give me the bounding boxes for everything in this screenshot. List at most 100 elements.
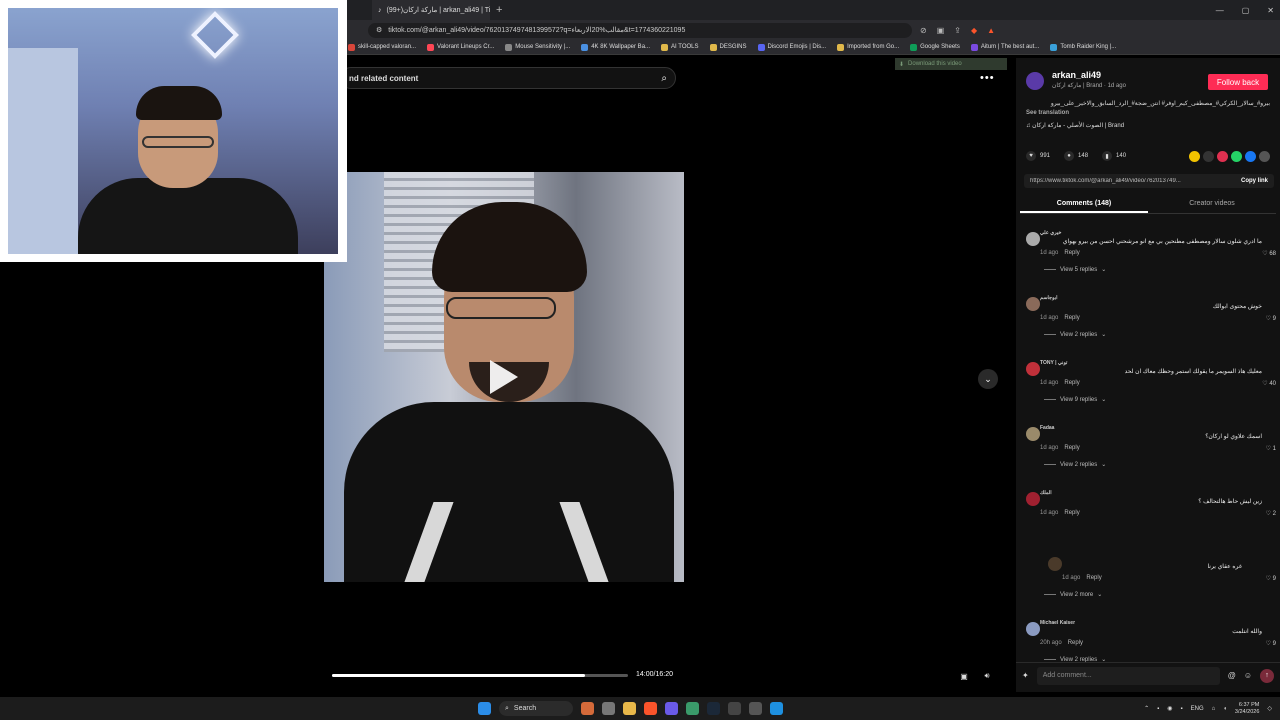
address-bar[interactable]: ⚙ tiktok.com/@arkan_ali49/video/76201374…: [368, 22, 912, 38]
volume-icon[interactable]: 🔊︎: [980, 669, 994, 683]
mute-icon[interactable]: ⊘: [920, 26, 927, 35]
repost-icon[interactable]: [1189, 150, 1200, 162]
comment-like[interactable]: ♡ 2: [1266, 510, 1276, 517]
search-icon[interactable]: ⌕: [661, 73, 667, 84]
reply-button[interactable]: Reply: [1068, 640, 1083, 646]
comment-avatar[interactable]: [1026, 232, 1040, 246]
like-stat[interactable]: ♥ 991: [1026, 151, 1050, 161]
share-icon[interactable]: ⇪: [954, 26, 961, 35]
notification-icon[interactable]: ◇: [1267, 705, 1272, 712]
app-icon[interactable]: [770, 702, 783, 715]
facebook-icon[interactable]: [1245, 150, 1256, 162]
comment-avatar[interactable]: [1048, 557, 1062, 571]
brave-icon[interactable]: [644, 702, 657, 715]
obs-icon[interactable]: [749, 702, 762, 715]
comment-username[interactable]: خيري علي: [1040, 230, 1061, 236]
bookmark-item[interactable]: Discord Emojis | Dis...: [757, 43, 826, 51]
comment-avatar[interactable]: [1026, 427, 1040, 441]
comment-avatar[interactable]: [1026, 362, 1040, 376]
bookmark-item[interactable]: skill-capped valoran...: [348, 43, 416, 51]
download-badge[interactable]: ⬇ Download this video: [895, 58, 1007, 70]
emoji-icon[interactable]: ☺: [1244, 671, 1252, 680]
mic-icon[interactable]: ◉: [1167, 705, 1172, 712]
browser-tab[interactable]: ♪ (99+)ماركة اركان | arkan_ali49 | TikTo…: [372, 0, 490, 20]
search-input[interactable]: nd related content ⌕: [340, 67, 676, 89]
comment-like[interactable]: ♡ 1: [1266, 445, 1276, 452]
play-icon[interactable]: [490, 360, 518, 394]
speaker-icon[interactable]: ◖: [1223, 706, 1227, 712]
share-arrow-icon[interactable]: [1259, 150, 1270, 162]
reply-button[interactable]: Reply: [1064, 250, 1079, 256]
close-icon[interactable]: ✕: [1267, 6, 1274, 15]
send-arrow-icon[interactable]: ↑: [1260, 668, 1274, 683]
discord-icon[interactable]: [665, 702, 678, 715]
task-view-icon[interactable]: [602, 702, 615, 715]
site-info-icon[interactable]: ⚙: [376, 26, 382, 34]
video-progress-bar[interactable]: [332, 674, 628, 677]
pip-icon[interactable]: ▣: [957, 669, 971, 683]
comment-like[interactable]: ♡ 40: [1262, 380, 1276, 387]
comment-like[interactable]: ♡ 9: [1266, 315, 1276, 322]
bookmark-item[interactable]: 4K 8K Wallpaper Ba...: [581, 43, 650, 51]
maximize-icon[interactable]: ▢: [1242, 6, 1250, 15]
comment-username[interactable]: Michael Kaiser: [1040, 620, 1075, 626]
network-icon[interactable]: ⌂: [1212, 706, 1216, 712]
tray-icon[interactable]: ▪: [1181, 706, 1183, 712]
comment-like[interactable]: ♡ 68: [1262, 250, 1276, 257]
bookmark-item[interactable]: Tomb Raider King |...: [1050, 43, 1116, 51]
comment-username[interactable]: Fadaa: [1040, 425, 1054, 431]
widget-icon[interactable]: [581, 702, 594, 715]
view-replies-button[interactable]: View 5 replies ⌄: [1044, 266, 1106, 273]
file-explorer-icon[interactable]: [623, 702, 636, 715]
tab-creator-videos[interactable]: Creator videos: [1148, 198, 1276, 213]
comment-avatar[interactable]: [1026, 492, 1040, 506]
reply-button[interactable]: Reply: [1064, 315, 1079, 321]
comment-like[interactable]: ♡ 9: [1266, 640, 1276, 647]
copy-link-button[interactable]: Copy link: [1241, 178, 1268, 184]
reply-button[interactable]: Reply: [1064, 445, 1079, 451]
author-name[interactable]: arkan_ali49: [1052, 70, 1101, 80]
more-options-icon[interactable]: •••: [980, 72, 995, 84]
reply-button[interactable]: Reply: [1064, 510, 1079, 516]
bookmark-item[interactable]: Valorant Lineups Cr...: [427, 43, 494, 51]
gift-icon[interactable]: ✦: [1022, 671, 1029, 680]
whatsapp-icon[interactable]: [1231, 150, 1242, 162]
embed-icon[interactable]: [1203, 150, 1214, 162]
bookmark-item[interactable]: Mouse Sensitivity |...: [505, 43, 570, 51]
comment-stat[interactable]: ● 148: [1064, 151, 1088, 161]
comment-username[interactable]: ابوجاسم: [1040, 295, 1058, 301]
language-indicator[interactable]: ENG: [1191, 706, 1204, 712]
send-icon[interactable]: [1217, 150, 1228, 162]
chevron-up-icon[interactable]: ⌃: [1144, 705, 1149, 712]
comment-input[interactable]: Add comment...: [1036, 666, 1220, 685]
bookmark-item[interactable]: DESGINS: [709, 43, 747, 51]
reply-button[interactable]: Reply: [1064, 380, 1079, 386]
comment-avatar[interactable]: [1026, 622, 1040, 636]
next-video-icon[interactable]: ⌄: [978, 369, 998, 389]
save-stat[interactable]: ▮ 140: [1102, 151, 1126, 161]
comment-like[interactable]: ♡ 9: [1266, 575, 1276, 582]
view-replies-button[interactable]: View 2 more ⌄: [1044, 591, 1102, 598]
view-replies-button[interactable]: View 2 replies ⌄: [1044, 331, 1106, 338]
comment-avatar[interactable]: [1026, 297, 1040, 311]
bookmark-item[interactable]: Aitum | The best aut...: [970, 43, 1039, 51]
new-tab-button[interactable]: +: [496, 4, 502, 16]
tab-comments[interactable]: Comments (148): [1020, 198, 1148, 213]
minimize-icon[interactable]: —: [1216, 6, 1224, 15]
see-translation-link[interactable]: See translation: [1026, 110, 1069, 116]
view-replies-button[interactable]: View 2 replies ⌄: [1044, 461, 1106, 468]
follow-back-button[interactable]: Follow back: [1208, 74, 1268, 90]
epic-icon[interactable]: [728, 702, 741, 715]
clock[interactable]: 6:37 PM 3/24/2026: [1235, 702, 1259, 716]
bookmark-item[interactable]: Google Sheets: [910, 43, 960, 51]
steam-icon[interactable]: [707, 702, 720, 715]
mention-icon[interactable]: @: [1228, 671, 1236, 680]
bookmark-item[interactable]: Imported from Go...: [837, 43, 899, 51]
comment-username[interactable]: الملك: [1040, 490, 1052, 496]
tray-icon[interactable]: ▪: [1157, 706, 1159, 712]
picture-icon[interactable]: ▣: [937, 26, 945, 35]
app-icon[interactable]: [686, 702, 699, 715]
start-icon[interactable]: [478, 702, 491, 715]
author-avatar[interactable]: [1026, 72, 1044, 90]
reply-button[interactable]: Reply: [1086, 575, 1101, 581]
